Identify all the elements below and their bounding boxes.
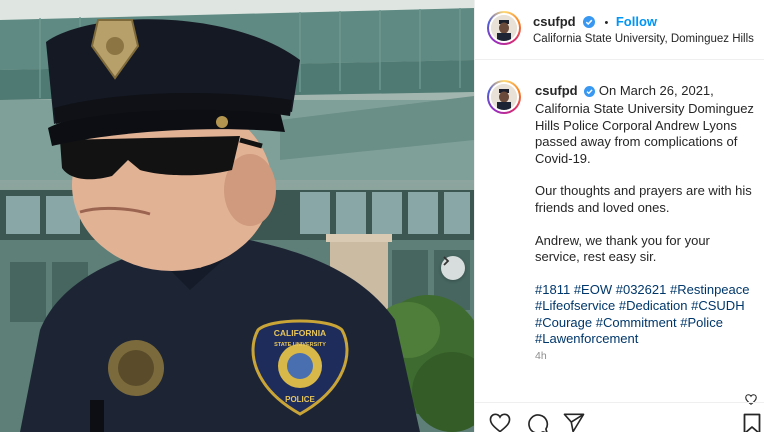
hashtag[interactable]: #Lifeofservice bbox=[535, 298, 615, 313]
hashtag[interactable]: #Restinpeace bbox=[670, 282, 750, 297]
post-username[interactable]: csufpd bbox=[533, 14, 576, 29]
post-header: csufpd • Follow California State Univers… bbox=[475, 0, 764, 60]
save-button[interactable] bbox=[743, 413, 761, 432]
hashtag[interactable]: #Dedication bbox=[619, 298, 688, 313]
bookmark-icon bbox=[743, 413, 761, 432]
hashtag[interactable]: #Police bbox=[680, 315, 723, 330]
post-caption: csufpd On March 26, 2021, California Sta… bbox=[535, 83, 757, 347]
like-button[interactable] bbox=[489, 413, 511, 432]
hashtag[interactable]: #Commitment bbox=[596, 315, 677, 330]
caption-text-3: Andrew, we thank you for your service, r… bbox=[535, 232, 710, 265]
follow-button[interactable]: Follow bbox=[616, 14, 657, 29]
caption-avatar[interactable] bbox=[487, 80, 521, 114]
hashtag[interactable]: #Lawenforcement bbox=[535, 331, 638, 346]
caption-username[interactable]: csufpd bbox=[535, 83, 578, 98]
officer-photo-illustration: CALIFORNIA STATE UNIVERSITY POLICE bbox=[0, 0, 474, 432]
post-photo: CALIFORNIA STATE UNIVERSITY POLICE bbox=[0, 0, 474, 432]
heart-icon bbox=[489, 413, 511, 432]
avatar[interactable] bbox=[487, 11, 521, 45]
next-photo-button[interactable] bbox=[441, 256, 465, 280]
avatar-image bbox=[491, 84, 517, 110]
verified-badge-icon bbox=[583, 15, 596, 33]
post-sidebar: csufpd • Follow California State Univers… bbox=[474, 0, 764, 432]
patch-text-bottom: POLICE bbox=[285, 395, 315, 404]
avatar-image bbox=[491, 15, 517, 41]
caption-text-2: Our thoughts and prayers are with his fr… bbox=[535, 183, 752, 215]
comment-icon bbox=[528, 414, 549, 432]
caption-paragraph: csufpd On March 26, 2021, California Sta… bbox=[535, 83, 757, 167]
post-actions bbox=[475, 402, 764, 432]
chevron-right-icon bbox=[443, 256, 450, 266]
verified-badge-icon bbox=[584, 85, 596, 101]
comment-button[interactable] bbox=[527, 413, 549, 432]
hashtag[interactable]: #Courage bbox=[535, 315, 592, 330]
post-timestamp[interactable]: 4h bbox=[535, 350, 547, 362]
patch-text-top: CALIFORNIA bbox=[274, 328, 326, 338]
patch-text-mid: STATE UNIVERSITY bbox=[274, 342, 326, 348]
hashtag[interactable]: #CSUDH bbox=[691, 298, 744, 313]
post-location[interactable]: California State University, Dominguez H… bbox=[533, 33, 754, 45]
separator-dot: • bbox=[604, 17, 609, 29]
send-icon bbox=[563, 413, 585, 432]
hashtag[interactable]: #EOW bbox=[574, 282, 612, 297]
hashtag-list: #1811 #EOW #032621 #Restinpeace #Lifeofs… bbox=[535, 282, 757, 348]
hashtag[interactable]: #032621 bbox=[616, 282, 667, 297]
share-button[interactable] bbox=[563, 413, 585, 432]
hashtag[interactable]: #1811 bbox=[535, 282, 570, 297]
